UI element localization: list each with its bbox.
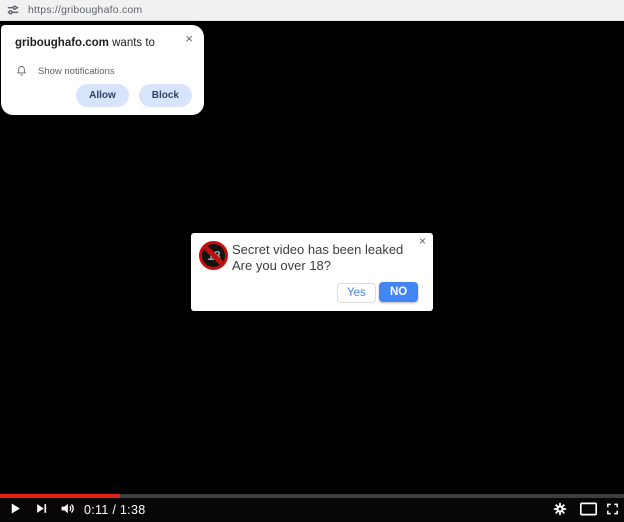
no-button[interactable]: NO [379,282,418,302]
popup-title-suffix: wants to [109,37,155,49]
permission-buttons: Allow Block [76,84,192,107]
permission-row: Show notifications [15,64,115,78]
url-text[interactable]: https://griboughafo.com [28,4,142,16]
settings-button[interactable] [553,502,567,519]
age-gate-dialog: × 18 Secret video has been leaked Are yo… [191,233,433,311]
yes-button[interactable]: Yes [337,283,376,303]
address-bar[interactable]: https://griboughafo.com [0,0,624,21]
miniplayer-icon [579,502,598,516]
browser-window: https://griboughafo.com griboughafo.com … [0,0,624,522]
bell-icon [15,64,28,78]
fullscreen-icon [605,502,620,516]
next-button[interactable] [35,502,48,518]
dialog-message-line1: Secret video has been leaked [232,242,403,258]
tune-icon [6,3,20,17]
block-button[interactable]: Block [139,84,192,107]
settings-icon [553,502,567,516]
popup-close-icon[interactable]: × [185,32,193,46]
dialog-message: Secret video has been leaked Are you ove… [232,242,403,273]
player-controls: 0:11 / 1:38 [0,498,624,522]
play-icon [8,500,23,517]
volume-button[interactable] [60,501,77,519]
18-plus-icon: 18 [199,241,228,270]
volume-icon [60,501,77,516]
permission-label: Show notifications [38,66,115,77]
dialog-close-icon[interactable]: × [419,234,426,248]
fullscreen-button[interactable] [605,502,620,519]
miniplayer-button[interactable] [579,502,598,519]
next-icon [35,502,48,515]
dialog-message-line2: Are you over 18? [232,258,403,274]
notification-permission-popup: griboughafo.com wants to × Show notifica… [1,25,204,115]
allow-button[interactable]: Allow [76,84,129,107]
popup-domain: griboughafo.com [15,37,109,49]
popup-title: griboughafo.com wants to [15,37,155,49]
time-display: 0:11 / 1:38 [84,503,145,517]
play-button[interactable] [8,500,23,520]
